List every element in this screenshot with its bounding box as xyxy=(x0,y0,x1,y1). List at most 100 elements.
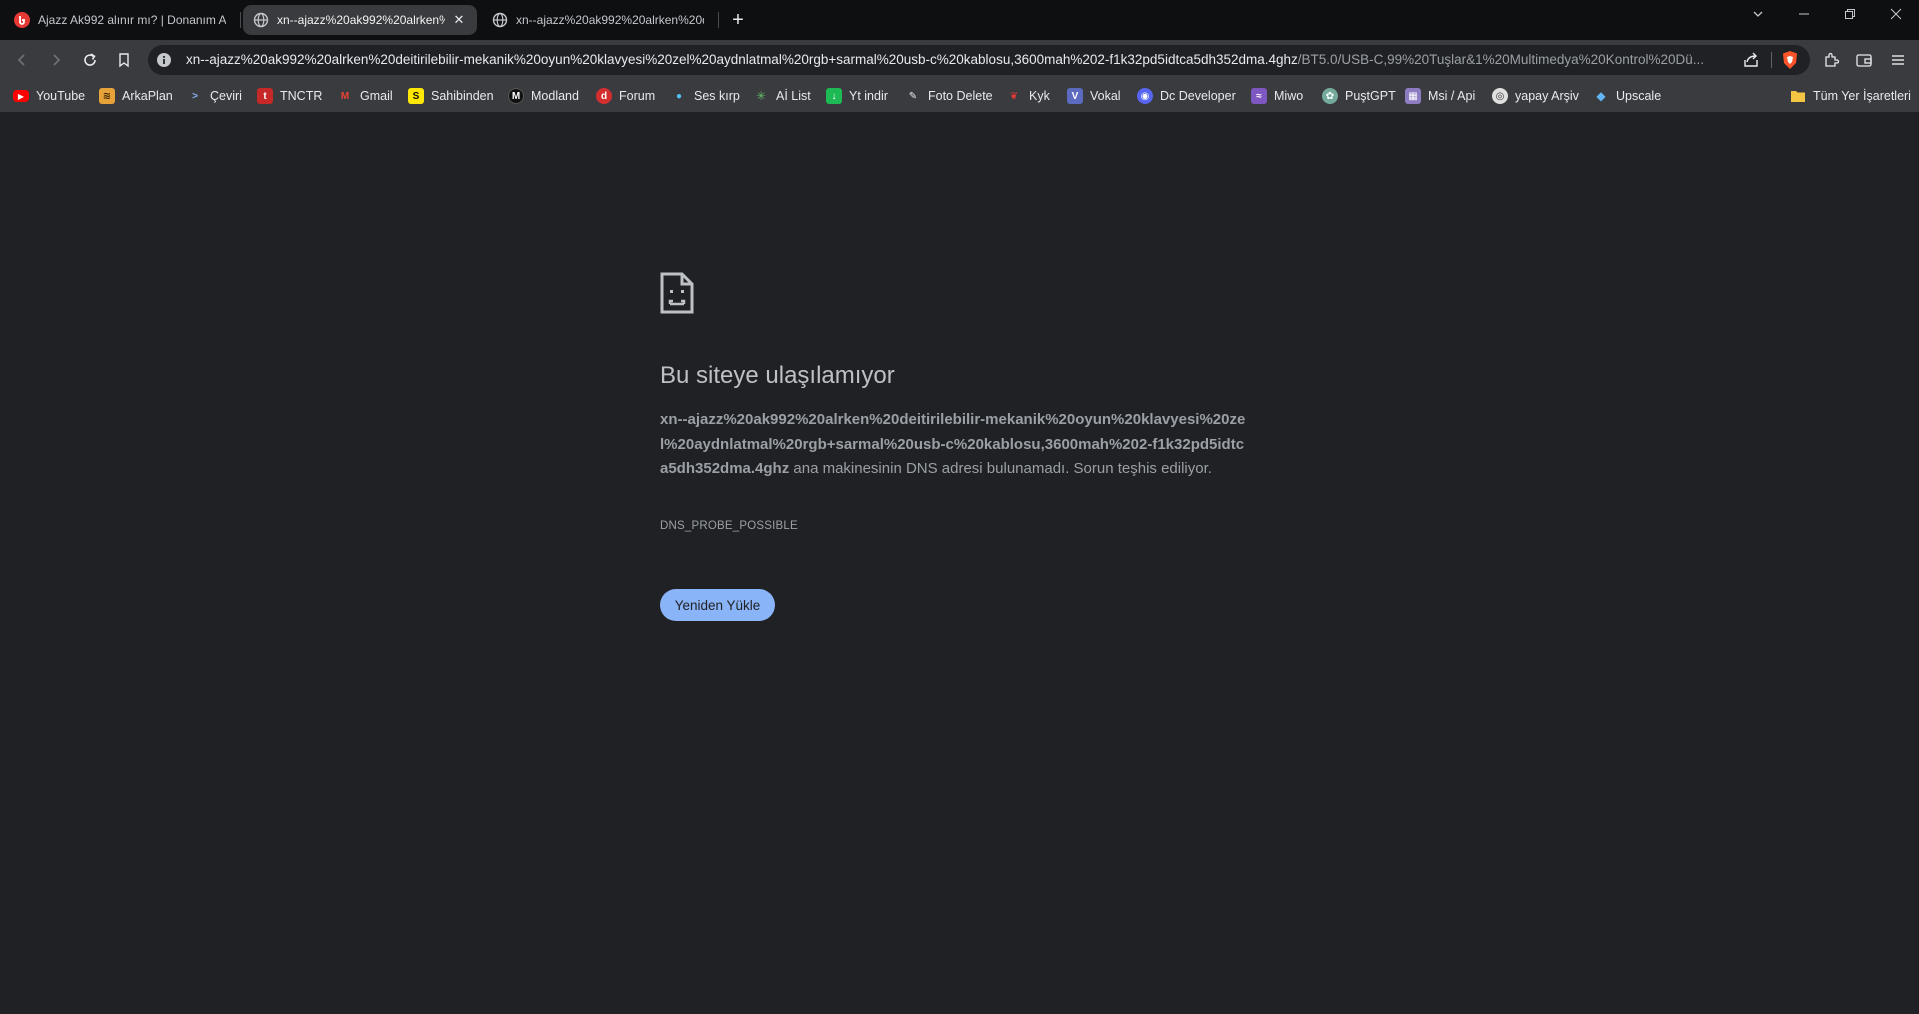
tab-title: Ajazz Ak992 alınır mı? | Donanım Arşivi … xyxy=(38,13,226,27)
minimize-button[interactable] xyxy=(1781,0,1827,28)
bookmark-label: ArkaPlan xyxy=(122,89,173,103)
forum-icon: d xyxy=(596,88,612,104)
bookmark-dc-developer[interactable]: ◉ Dc Developer xyxy=(1137,87,1236,105)
bookmark-miwo[interactable]: ≈ Miwo xyxy=(1251,87,1303,105)
sahibinden-icon: S xyxy=(408,88,424,104)
forward-button[interactable] xyxy=(44,48,68,72)
reload-icon xyxy=(84,53,96,66)
bookmark-label: Ses kırp xyxy=(694,89,740,103)
bookmark-msi-api[interactable]: ▦ Msi / Api xyxy=(1405,87,1475,105)
bookmark-label: Sahibinden xyxy=(431,89,494,103)
tab-active-error-page[interactable]: xn--ajazz%20ak992%20alrken%20deitirilebi… xyxy=(243,5,477,35)
tab-error-page-2[interactable]: xn--ajazz%20ak992%20alrken%20deitirilebi… xyxy=(482,5,714,35)
bookmark-label: Vokal xyxy=(1090,89,1121,103)
bookmark-forum[interactable]: d Forum xyxy=(596,87,655,105)
tab-strip: Ajazz Ak992 alınır mı? | Donanım Arşivi … xyxy=(0,0,1919,40)
bookmark-label: Kyk xyxy=(1029,89,1050,103)
tab-separator xyxy=(718,12,719,28)
ai-list-icon: ✳ xyxy=(755,89,767,103)
share-icon[interactable] xyxy=(1742,51,1760,69)
tab-title: xn--ajazz%20ak992%20alrken%20deitirilebi… xyxy=(516,13,704,27)
vokal-icon: V xyxy=(1067,88,1083,104)
tab-search-button[interactable] xyxy=(1735,0,1781,28)
bookmark-tnctr[interactable]: t TNCTR xyxy=(257,87,322,105)
menu-button[interactable] xyxy=(1886,48,1910,72)
tab-separator xyxy=(240,12,241,28)
bookmark-button[interactable] xyxy=(112,48,136,72)
wallet-button[interactable] xyxy=(1852,48,1876,72)
tnctr-icon: t xyxy=(257,88,273,104)
bookmark-yt-indir[interactable]: ↓ Yt indir xyxy=(826,87,888,105)
restore-button[interactable] xyxy=(1827,0,1873,28)
back-button[interactable] xyxy=(10,48,34,72)
gmail-icon: M xyxy=(340,90,350,102)
url-text[interactable]: xn--ajazz%20ak992%20alrken%20deitirilebi… xyxy=(186,52,1726,70)
bookmark-modland[interactable]: M Modland xyxy=(508,87,579,105)
ses-kirp-icon: ● xyxy=(675,90,683,102)
bookmark-ses-kirp[interactable]: ● Ses kırp xyxy=(671,87,740,105)
bookmark-label: Gmail xyxy=(360,89,393,103)
tab-donanim-arsivi[interactable]: Ajazz Ak992 alınır mı? | Donanım Arşivi … xyxy=(4,5,236,35)
all-bookmarks-folder[interactable]: Tüm Yer İşaretleri xyxy=(1790,87,1911,105)
bookmark-ceviri[interactable]: > Çeviri xyxy=(187,87,242,105)
error-code: DNS_PROBE_POSSIBLE xyxy=(660,520,798,532)
yt-indir-icon: ↓ xyxy=(826,88,842,104)
address-bar[interactable]: xn--ajazz%20ak992%20alrken%20deitirilebi… xyxy=(148,45,1810,75)
reload-page-button[interactable]: Yeniden Yükle xyxy=(660,589,775,621)
extensions-button[interactable] xyxy=(1820,48,1844,72)
bookmark-label: PuştGPT xyxy=(1345,89,1396,103)
globe-icon xyxy=(253,12,269,28)
bookmark-gmail[interactable]: M Gmail xyxy=(337,87,393,105)
kyk-icon: ❦ xyxy=(1009,90,1019,102)
tab-title: xn--ajazz%20ak992%20alrken%20deitirilebi… xyxy=(277,13,445,27)
bookmark-sahibinden[interactable]: S Sahibinden xyxy=(408,87,494,105)
bookmark-ai-list[interactable]: ✳ Aİ List xyxy=(753,87,811,105)
bookmark-vokal[interactable]: V Vokal xyxy=(1067,87,1121,105)
error-description: xn--ajazz%20ak992%20alrken%20deitirilebi… xyxy=(660,408,1250,482)
url-path: /BT5.0/USB-C,99%20Tuşlar&1%20Multimedya%… xyxy=(1297,52,1704,67)
brave-shields-icon[interactable] xyxy=(1780,50,1800,70)
foto-delete-icon: ✎ xyxy=(908,90,918,102)
miwo-icon: ≈ xyxy=(1251,88,1267,104)
url-host: xn--ajazz%20ak992%20alrken%20deitirilebi… xyxy=(186,52,1298,67)
arkaplan-icon: ≋ xyxy=(99,88,115,104)
bookmark-pustgpt[interactable]: ✿ PuştGPT xyxy=(1322,87,1396,105)
back-arrow-icon xyxy=(17,54,25,66)
close-tab-icon[interactable]: ✕ xyxy=(451,12,467,28)
bookmarks-bar: ▶ YouTube ≋ ArkaPlan > Çeviri t TNCTR M … xyxy=(0,80,1919,112)
youtube-icon: ▶ xyxy=(13,90,29,102)
bookmark-label: Çeviri xyxy=(210,89,242,103)
bookmark-label: Dc Developer xyxy=(1160,89,1236,103)
donanim-arsivi-icon xyxy=(14,12,30,28)
forward-arrow-icon xyxy=(53,54,61,66)
new-tab-button[interactable]: + xyxy=(726,8,750,32)
error-title: Bu siteye ulaşılamıyor xyxy=(660,362,895,389)
site-info-icon[interactable] xyxy=(156,52,172,68)
close-window-button[interactable] xyxy=(1873,0,1919,28)
wallet-icon xyxy=(1856,54,1872,67)
bookmark-icon xyxy=(119,53,129,68)
sad-page-icon xyxy=(660,272,694,314)
bookmark-yapay-arsiv[interactable]: ◎ yapay Arşiv xyxy=(1492,87,1579,105)
bookmark-label: Forum xyxy=(619,89,656,103)
reload-button[interactable] xyxy=(78,48,102,72)
bookmark-label: Modland xyxy=(531,89,579,103)
bookmark-label: Upscale xyxy=(1616,89,1662,103)
translate-icon: > xyxy=(192,90,198,102)
bookmark-foto-delete[interactable]: ✎ Foto Delete xyxy=(905,87,993,105)
bookmark-kyk[interactable]: ❦ Kyk xyxy=(1006,87,1050,105)
discord-icon: ◉ xyxy=(1137,88,1153,104)
chatgpt-icon: ✿ xyxy=(1322,88,1338,104)
bookmark-label: Foto Delete xyxy=(928,89,993,103)
bookmark-arkaplan[interactable]: ≋ ArkaPlan xyxy=(99,87,173,105)
error-message: ana makinesinin DNS adresi bulunamadı. S… xyxy=(789,460,1212,477)
bookmark-youtube[interactable]: ▶ YouTube xyxy=(13,87,85,105)
bookmark-upscale[interactable]: ◆ Upscale xyxy=(1593,87,1661,105)
modland-icon: M xyxy=(508,88,524,104)
folder-icon xyxy=(1791,91,1805,102)
bookmark-label: Miwo xyxy=(1274,89,1304,103)
error-page: Bu siteye ulaşılamıyor xn--ajazz%20ak992… xyxy=(0,112,1919,1014)
hamburger-menu-icon xyxy=(1892,55,1904,65)
upscale-icon: ◆ xyxy=(1596,89,1606,103)
restore-icon xyxy=(1845,9,1855,19)
